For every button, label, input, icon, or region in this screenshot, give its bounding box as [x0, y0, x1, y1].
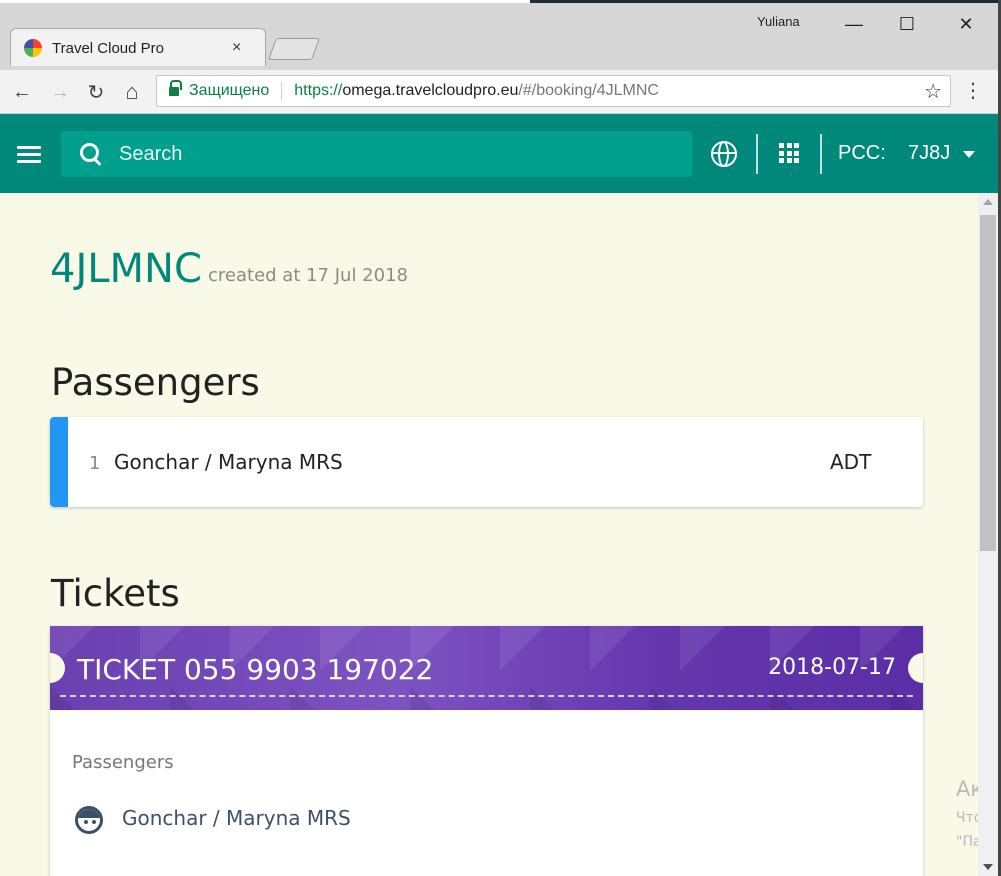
passenger-name: Gonchar / Maryna MRS: [114, 450, 343, 474]
ticket-passenger-name: Gonchar / Maryna MRS: [122, 806, 351, 830]
browser-tab-content[interactable]: Travel Cloud Pro ×: [18, 30, 266, 66]
bookmark-star-icon[interactable]: ☆: [924, 79, 942, 104]
url-host: omega.travelcloudpro.eu: [342, 82, 519, 99]
new-tab-button[interactable]: [267, 38, 321, 60]
booking-created-date: created at 17 Jul 2018: [208, 265, 408, 286]
ticket-perforation: [60, 695, 913, 697]
tab-favicon-icon: [24, 39, 42, 57]
header-divider: [820, 134, 822, 174]
lock-icon: [169, 80, 182, 97]
window-user-name: Yuliana: [757, 14, 800, 29]
url-scheme: https://: [294, 82, 343, 99]
ticket-number: TICKET 055 9903 197022: [77, 653, 434, 686]
header-divider: [756, 134, 758, 174]
ticket-header: TICKET 055 9903 197022 2018-07-17: [50, 626, 923, 710]
reload-icon[interactable]: ↻: [82, 78, 110, 106]
home-icon[interactable]: ⌂: [118, 78, 146, 106]
secure-label: Защищено: [189, 82, 270, 99]
tab-title: Travel Cloud Pro: [52, 39, 164, 57]
ticket-date: 2018-07-17: [768, 655, 896, 680]
chevron-down-icon[interactable]: [963, 151, 975, 158]
window-maximize-button[interactable]: ☐: [884, 8, 930, 40]
pcc-value[interactable]: 7J8J: [908, 142, 950, 165]
top-strip: [0, 0, 1001, 3]
search-box[interactable]: [61, 131, 692, 177]
omnibox-divider: [281, 82, 283, 100]
url-path: /#/booking/4JLMNC: [518, 82, 659, 99]
back-icon[interactable]: ←: [8, 78, 36, 106]
window-close-button[interactable]: ✕: [943, 8, 989, 40]
ticket-notch-right: [908, 653, 923, 683]
globe-icon[interactable]: [711, 141, 737, 167]
ticket-passengers-label: Passengers: [72, 752, 174, 773]
forward-icon[interactable]: →: [46, 78, 74, 106]
passenger-card-stripe: [50, 417, 68, 507]
scroll-up-icon[interactable]: [983, 199, 993, 205]
pcc-label: PCC:: [838, 142, 886, 164]
tickets-section-title: Tickets: [51, 572, 180, 615]
address-bar[interactable]: Защищено https:// omega.travelcloudpro.e…: [156, 75, 951, 107]
ticket-card[interactable]: TICKET 055 9903 197022 2018-07-17 Passen…: [50, 626, 923, 876]
browser-toolbar: ← → ↻ ⌂ Защищено https:// omega.travelcl…: [0, 70, 1001, 114]
scroll-down-icon[interactable]: [983, 864, 993, 870]
scroll-thumb[interactable]: [980, 215, 996, 551]
passengers-section-title: Passengers: [51, 361, 260, 404]
window-minimize-button[interactable]: —: [831, 8, 877, 40]
passenger-card[interactable]: 1 Gonchar / Maryna MRS ADT: [50, 417, 923, 507]
passenger-type: ADT: [830, 450, 872, 474]
search-icon: [79, 142, 103, 166]
app-header: PCC: 7J8J: [0, 114, 998, 193]
tab-close-icon[interactable]: ×: [232, 39, 241, 57]
browser-menu-icon[interactable]: ⋮: [963, 78, 983, 106]
apps-grid-icon[interactable]: [779, 143, 799, 163]
passenger-face-icon: [75, 806, 103, 834]
ticket-notch-left: [50, 653, 65, 683]
vertical-scrollbar[interactable]: [978, 193, 998, 876]
booking-content: 4JLMNC created at 17 Jul 2018 Passengers…: [0, 193, 978, 876]
search-input[interactable]: [119, 142, 619, 166]
window-titlebar: Travel Cloud Pro × Yuliana — ☐ ✕: [0, 0, 1001, 70]
booking-pnr: 4JLMNC: [50, 246, 202, 292]
passenger-index: 1: [89, 453, 101, 474]
menu-icon[interactable]: [17, 146, 41, 164]
